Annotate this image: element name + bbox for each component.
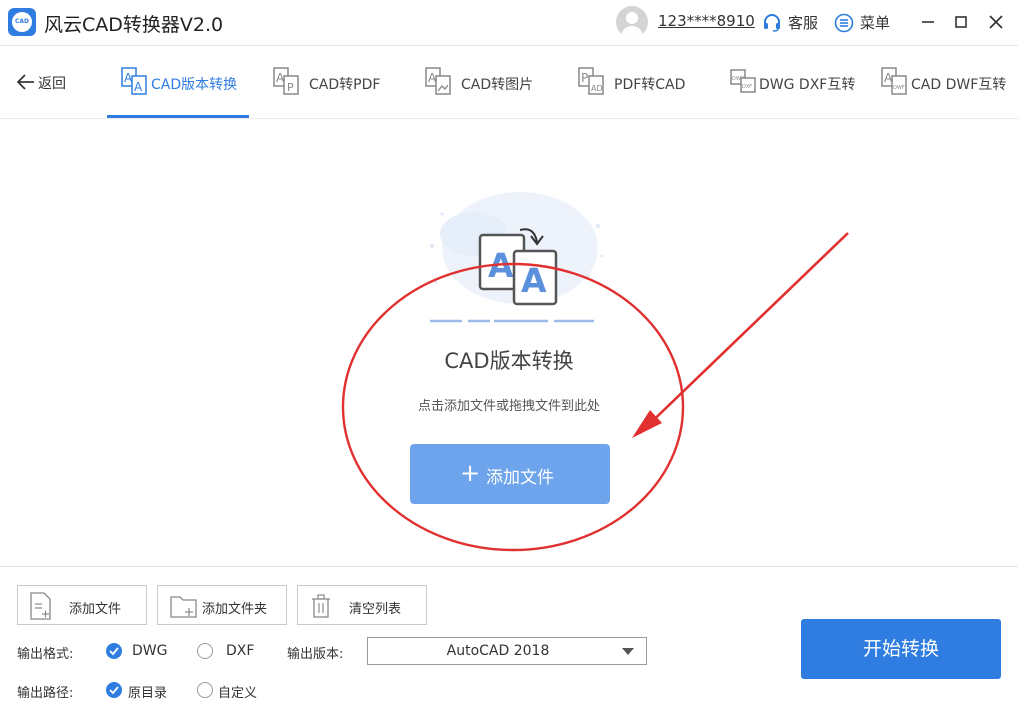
add-file-label: 添加文件	[486, 468, 554, 488]
app-title: 风云CAD转换器V2.0	[44, 14, 224, 36]
tab-label: CAD转图片	[461, 77, 534, 93]
add-folder-label: 添加文件夹	[202, 602, 268, 617]
drop-zone-title: CAD版本转换	[444, 349, 574, 373]
letter-a-front: A	[521, 261, 547, 300]
plus-icon: +	[460, 459, 481, 487]
headset-icon	[764, 14, 780, 32]
version-convert-icon: A A	[121, 67, 147, 95]
format-dwg-label[interactable]: DWG	[132, 643, 167, 659]
add-file-tool-button[interactable]: 添加文件	[17, 585, 147, 625]
bottom-panel: 添加文件 添加文件夹 清空列表 输出格式: DWG DXF 输出版本: Auto…	[0, 566, 1018, 714]
avatar[interactable]	[616, 6, 648, 38]
add-file-button[interactable]: + 添加文件	[410, 444, 610, 504]
check-icon	[109, 686, 119, 695]
clear-list-button[interactable]: 清空列表	[297, 585, 427, 625]
add-folder-button[interactable]: 添加文件夹	[157, 585, 287, 625]
output-version-label: 输出版本:	[287, 647, 344, 662]
svg-text:A: A	[134, 80, 143, 94]
tab-label: DWG DXF互转	[759, 77, 856, 93]
format-dwg-radio[interactable]	[106, 643, 122, 659]
annotation-arrowhead	[632, 410, 662, 438]
output-format-label: 输出格式:	[17, 647, 74, 662]
letter-a-back: A	[488, 246, 514, 285]
path-custom-label[interactable]: 自定义	[218, 682, 257, 701]
svg-text:DWF: DWF	[893, 85, 905, 91]
minimize-button[interactable]	[916, 10, 940, 34]
path-original-radio[interactable]	[106, 682, 122, 698]
dwg-dxf-icon: DWG DXF	[730, 69, 756, 93]
document-convert-illustration: A A	[430, 192, 604, 323]
app-logo-icon: CAD	[8, 8, 36, 36]
output-version-value: AutoCAD 2018	[446, 643, 550, 659]
maximize-icon	[955, 16, 967, 28]
close-button[interactable]	[984, 10, 1008, 34]
chevron-down-icon	[622, 648, 634, 655]
check-icon	[109, 647, 119, 656]
cad-to-pdf-icon: A P	[273, 67, 299, 95]
back-label: 返回	[38, 76, 66, 92]
trash-icon	[312, 594, 330, 618]
svg-text:P: P	[287, 81, 294, 94]
tab-label: CAD转PDF	[309, 77, 381, 93]
path-original-label[interactable]: 原目录	[128, 682, 167, 701]
clear-list-label: 清空列表	[349, 602, 402, 617]
cad-dwf-icon: A DWF	[881, 67, 907, 95]
pdf-to-cad-icon: P AD	[578, 67, 604, 95]
svg-text:DXF: DXF	[742, 84, 752, 90]
svg-text:P: P	[581, 71, 588, 85]
close-icon	[989, 15, 1003, 29]
format-dxf-label[interactable]: DXF	[226, 643, 254, 659]
format-dxf-radio[interactable]	[197, 643, 213, 659]
tab-label: CAD DWF互转	[911, 77, 1007, 93]
tab-label: PDF转CAD	[614, 77, 686, 93]
username-link[interactable]: 123****8910	[658, 12, 755, 30]
maximize-button[interactable]	[949, 10, 973, 34]
svg-text:AD: AD	[591, 84, 603, 93]
path-custom-radio[interactable]	[197, 682, 213, 698]
add-file-tool-label: 添加文件	[69, 602, 122, 617]
customer-service-label: 客服	[788, 14, 819, 32]
minimize-icon	[922, 21, 934, 23]
file-add-icon	[30, 592, 51, 620]
arrow-left-icon	[16, 74, 34, 90]
title-bar: CAD 风云CAD转换器V2.0 123****8910 客服 菜单	[0, 0, 1018, 46]
cad-to-image-icon: A	[425, 67, 451, 95]
folder-add-icon	[170, 596, 197, 618]
tab-label: CAD版本转换	[151, 77, 238, 93]
app-logo-text: CAD	[12, 12, 32, 32]
tab-bar: 返回 A A CAD版本转换 A P CAD转PDF A CAD转图片 P AD…	[0, 47, 1018, 119]
back-button[interactable]: 返回	[16, 71, 76, 93]
start-convert-button[interactable]: 开始转换	[801, 619, 1001, 679]
menu-icon	[834, 13, 854, 33]
menu-label: 菜单	[860, 14, 891, 32]
output-path-label: 输出路径:	[17, 686, 74, 701]
drop-zone-hint: 点击添加文件或拖拽文件到此处	[417, 399, 600, 414]
output-version-select[interactable]: AutoCAD 2018	[367, 637, 647, 665]
active-tab-indicator	[107, 115, 249, 118]
